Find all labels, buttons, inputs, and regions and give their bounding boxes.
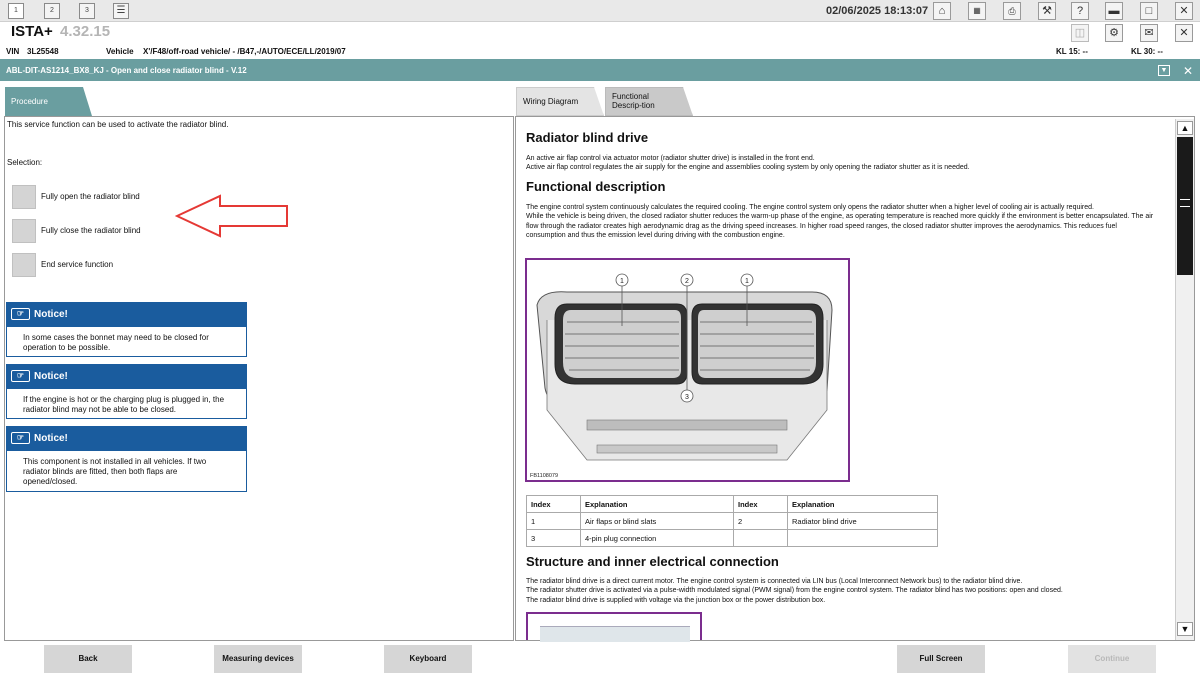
notice-title: Notice!: [34, 433, 68, 444]
connection-icon[interactable]: ▦: [968, 2, 986, 20]
table-row: 3 4-pin plug connection: [526, 529, 938, 547]
red-arrow-annotation: [175, 194, 288, 238]
window-2-button[interactable]: 2: [44, 3, 60, 19]
table-cell: [733, 529, 788, 547]
mail-icon[interactable]: ✉: [1140, 24, 1158, 42]
notice-title: Notice!: [34, 371, 68, 382]
table-cell: Radiator blind drive: [787, 512, 938, 530]
maximize-icon[interactable]: □: [1140, 2, 1158, 20]
callout-3: 3: [685, 394, 689, 401]
paragraph: The engine control system continuously c…: [526, 204, 1154, 240]
close-blind-label[interactable]: Fully close the radiator blind: [41, 226, 141, 235]
vin-label: VIN: [6, 47, 20, 56]
procedure-intro: This service function can be used to act…: [7, 120, 229, 129]
measuring-devices-button[interactable]: Measuring devices: [214, 645, 302, 673]
table-header: Index: [733, 495, 788, 513]
full-screen-button[interactable]: Full Screen: [897, 645, 985, 673]
heading-radiator-blind-drive: Radiator blind drive: [526, 130, 649, 145]
window-1-button[interactable]: 1: [8, 3, 24, 19]
radiator-blind-figure: 1 2 1 3 FB1108079: [525, 258, 850, 482]
notice-title: Notice!: [34, 309, 68, 320]
table-cell: 2: [733, 512, 788, 530]
hand-pointer-icon: ☞: [11, 308, 30, 320]
callout-1: 1: [620, 278, 624, 285]
wiring-figure: [526, 612, 702, 642]
settings-icon[interactable]: ⚙: [1105, 24, 1123, 42]
close-icon[interactable]: ✕: [1175, 2, 1193, 20]
table-header-row: Index Explanation Index Explanation: [526, 495, 938, 513]
end-service-label[interactable]: End service function: [41, 260, 113, 269]
kl30-status: KL 30: --: [1131, 47, 1163, 56]
table-header: Explanation: [787, 495, 938, 513]
radiator-blind-illustration: 1 2 1 3 FB1108079: [530, 273, 833, 479]
vehicle-label: Vehicle: [106, 47, 134, 56]
title-bar: [0, 22, 1200, 42]
table-cell: Air flaps or blind slats: [580, 512, 734, 530]
callout-2: 2: [685, 278, 689, 285]
table-cell: 3: [526, 529, 581, 547]
print-icon[interactable]: ⎙: [1003, 2, 1021, 20]
wrench-icon[interactable]: ⚒: [1038, 2, 1056, 20]
figure-id: FB1108079: [530, 473, 558, 479]
index-table: Index Explanation Index Explanation 1 Ai…: [526, 495, 938, 547]
close-function-icon[interactable]: ✕: [1183, 64, 1193, 78]
collapse-icon[interactable]: ▼: [1158, 65, 1170, 76]
list-icon[interactable]: ☰: [113, 3, 129, 19]
hand-pointer-icon: ☞: [11, 370, 30, 382]
minimize-icon[interactable]: ▬: [1105, 2, 1123, 20]
app-title: ISTA+: [11, 23, 53, 40]
scrollbar[interactable]: ▲ ▼: [1175, 119, 1194, 640]
wiring-figure-image: [540, 626, 690, 642]
table-header: Index: [526, 495, 581, 513]
function-title: ABL-DIT-AS1214_BX8_KJ - Open and close r…: [6, 66, 247, 75]
notice-body: This component is not installed in all v…: [23, 457, 207, 486]
notice-box: ☞ Notice! This component is not installed…: [6, 426, 247, 492]
vin-value: 3L25548: [27, 47, 59, 56]
paragraph: The radiator blind drive is a direct cur…: [526, 578, 1063, 604]
hand-pointer-icon: ☞: [11, 432, 30, 444]
heading-structure: Structure and inner electrical connectio…: [526, 554, 779, 569]
table-cell: [787, 529, 938, 547]
selection-label: Selection:: [7, 158, 43, 167]
window-3-button[interactable]: 3: [79, 3, 95, 19]
open-blind-button[interactable]: [12, 185, 36, 209]
back-button[interactable]: Back: [44, 645, 132, 673]
keyboard-button[interactable]: Keyboard: [384, 645, 472, 673]
scroll-up-icon[interactable]: ▲: [1177, 121, 1193, 135]
paragraph: An active air flap control via actuator …: [526, 155, 970, 172]
notice-body: In some cases the bonnet may need to be …: [23, 333, 209, 352]
tab-wiring-diagram[interactable]: Wiring Diagram: [516, 87, 604, 116]
scroll-down-icon[interactable]: ▼: [1177, 622, 1193, 636]
notice-box: ☞ Notice! In some cases the bonnet may ne…: [6, 302, 247, 357]
kl15-status: KL 15: --: [1056, 47, 1088, 56]
home-icon[interactable]: ⌂: [933, 2, 951, 20]
close-blind-button[interactable]: [12, 219, 36, 243]
heading-functional-description: Functional description: [526, 179, 666, 194]
table-row: 1 Air flaps or blind slats 2 Radiator bl…: [526, 512, 938, 530]
notice-box: ☞ Notice! If the engine is hot or the cha…: [6, 364, 247, 419]
continue-button[interactable]: Continue: [1068, 645, 1156, 673]
open-blind-label[interactable]: Fully open the radiator blind: [41, 192, 140, 201]
help-icon[interactable]: ?: [1071, 2, 1089, 20]
vehicle-info-bar: VIN 3L25548 Vehicle X'/F48/off-road vehi…: [0, 43, 1200, 59]
datetime: 02/06/2025 18:13:07: [826, 5, 929, 17]
app-version: 4.32.15: [60, 23, 111, 40]
tab-functional-description[interactable]: Functional Descrip-tion: [605, 87, 693, 116]
copy-icon[interactable]: ◫: [1071, 24, 1089, 42]
close-session-icon[interactable]: ✕: [1175, 24, 1193, 42]
notice-body: If the engine is hot or the charging plu…: [23, 395, 225, 414]
end-service-button[interactable]: [12, 253, 36, 277]
table-cell: 1: [526, 512, 581, 530]
grip-icon: [1180, 199, 1190, 207]
table-cell: 4-pin plug connection: [580, 529, 734, 547]
vehicle-value: X'/F48/off-road vehicle/ - /B47,-/AUTO/E…: [143, 47, 346, 56]
table-header: Explanation: [580, 495, 734, 513]
callout-1: 1: [745, 278, 749, 285]
tab-procedure[interactable]: Procedure: [5, 87, 92, 116]
